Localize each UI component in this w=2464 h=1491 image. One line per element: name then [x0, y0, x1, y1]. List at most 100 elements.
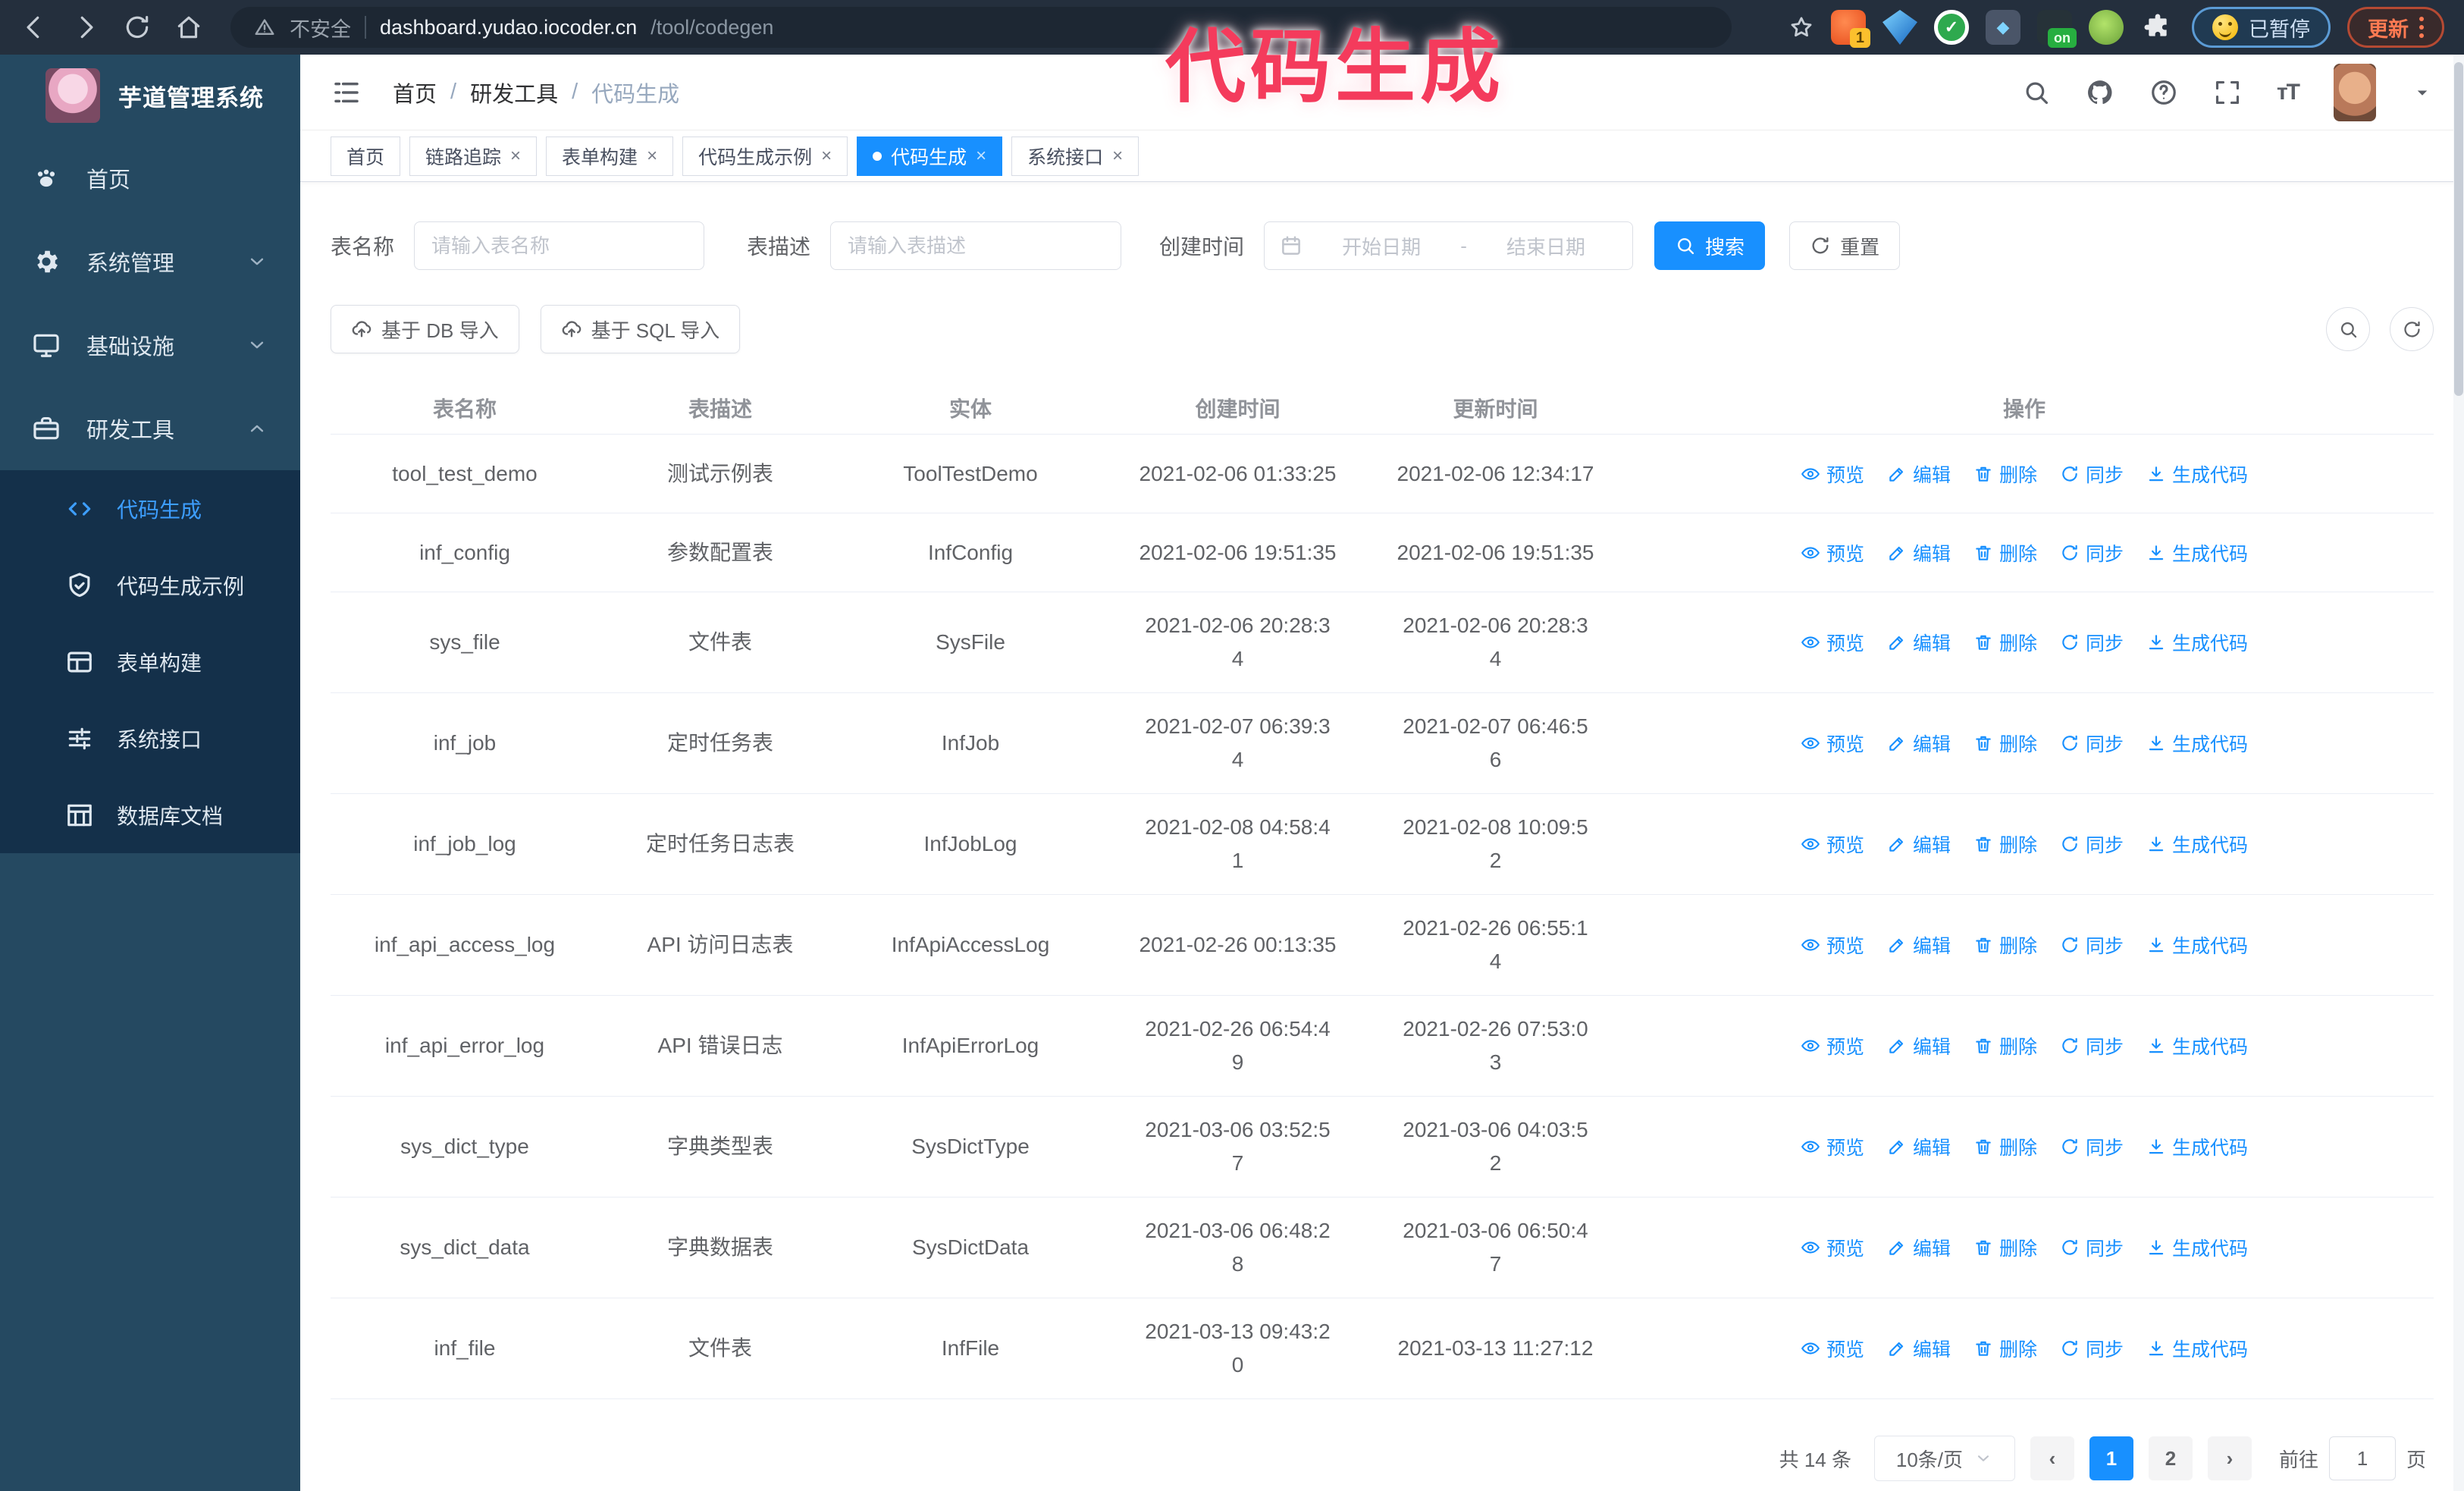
- action-生成代码[interactable]: 生成代码: [2146, 629, 2248, 656]
- action-生成代码[interactable]: 生成代码: [2146, 931, 2248, 959]
- font-size-icon[interactable]: тT: [2277, 80, 2300, 105]
- toggle-search-button[interactable]: [2326, 307, 2370, 351]
- action-删除[interactable]: 删除: [1973, 730, 2037, 757]
- profile-paused-badge[interactable]: 已暂停: [2192, 7, 2331, 48]
- action-删除[interactable]: 删除: [1973, 460, 2037, 488]
- action-编辑[interactable]: 编辑: [1887, 931, 1951, 959]
- submenu-item-代码生成示例[interactable]: 代码生成示例: [0, 547, 300, 623]
- action-生成代码[interactable]: 生成代码: [2146, 1133, 2248, 1160]
- table-name-input[interactable]: [414, 221, 705, 270]
- user-avatar[interactable]: [2334, 63, 2376, 121]
- action-编辑[interactable]: 编辑: [1887, 629, 1951, 656]
- action-同步[interactable]: 同步: [2060, 1133, 2124, 1160]
- table-desc-input[interactable]: [830, 221, 1122, 270]
- action-编辑[interactable]: 编辑: [1887, 539, 1951, 567]
- import-sql-button[interactable]: 基于 SQL 导入: [540, 305, 741, 353]
- page-button-1[interactable]: 1: [2089, 1436, 2133, 1480]
- action-生成代码[interactable]: 生成代码: [2146, 460, 2248, 488]
- help-icon[interactable]: [2149, 78, 2178, 107]
- action-生成代码[interactable]: 生成代码: [2146, 730, 2248, 757]
- action-编辑[interactable]: 编辑: [1887, 830, 1951, 858]
- action-同步[interactable]: 同步: [2060, 931, 2124, 959]
- extension-dark-icon[interactable]: on: [2037, 10, 2077, 48]
- action-编辑[interactable]: 编辑: [1887, 730, 1951, 757]
- next-page-button[interactable]: ›: [2207, 1436, 2252, 1480]
- action-删除[interactable]: 删除: [1973, 629, 2037, 656]
- browser-menu-dots-icon[interactable]: [2419, 17, 2424, 38]
- action-预览[interactable]: 预览: [1801, 539, 1864, 567]
- breadcrumb-item[interactable]: 研发工具: [470, 77, 558, 108]
- action-删除[interactable]: 删除: [1973, 539, 2037, 567]
- extension-grid-icon[interactable]: ◆: [1986, 10, 2020, 45]
- sidebar-item-首页[interactable]: 首页: [0, 137, 300, 220]
- import-db-button[interactable]: 基于 DB 导入: [331, 305, 519, 353]
- scrollbar-track[interactable]: [2453, 55, 2464, 1491]
- avatar-caret-down-icon[interactable]: [2411, 81, 2434, 104]
- extension-bot-icon[interactable]: [2089, 10, 2124, 45]
- tab-close-icon[interactable]: ×: [510, 146, 521, 165]
- action-预览[interactable]: 预览: [1801, 460, 1864, 488]
- browser-reload-icon[interactable]: [123, 13, 152, 42]
- action-同步[interactable]: 同步: [2060, 629, 2124, 656]
- action-删除[interactable]: 删除: [1973, 830, 2037, 858]
- sidebar-item-基础设施[interactable]: 基础设施: [0, 303, 300, 387]
- tab-链路追踪[interactable]: 链路追踪 ×: [409, 136, 538, 176]
- action-同步[interactable]: 同步: [2060, 730, 2124, 757]
- breadcrumb-item[interactable]: 首页: [393, 77, 437, 108]
- app-logo-row[interactable]: 芋道管理系统: [0, 55, 300, 137]
- action-预览[interactable]: 预览: [1801, 830, 1864, 858]
- action-预览[interactable]: 预览: [1801, 1032, 1864, 1059]
- sidebar-item-研发工具[interactable]: 研发工具: [0, 387, 300, 470]
- extension-orange-icon[interactable]: 1: [1831, 10, 1870, 48]
- page-size-select[interactable]: 10条/页: [1873, 1436, 2015, 1481]
- tab-close-icon[interactable]: ×: [647, 146, 657, 165]
- submenu-item-表单构建[interactable]: 表单构建: [0, 623, 300, 700]
- tab-close-icon[interactable]: ×: [821, 146, 832, 165]
- submenu-item-系统接口[interactable]: 系统接口: [0, 700, 300, 777]
- action-删除[interactable]: 删除: [1973, 1032, 2037, 1059]
- date-range-picker[interactable]: 开始日期 - 结束日期: [1264, 221, 1634, 270]
- action-编辑[interactable]: 编辑: [1887, 1234, 1951, 1261]
- tab-close-icon[interactable]: ×: [976, 146, 986, 165]
- action-预览[interactable]: 预览: [1801, 1133, 1864, 1160]
- header-search-icon[interactable]: [2022, 78, 2051, 107]
- tab-系统接口[interactable]: 系统接口 ×: [1011, 136, 1140, 176]
- tab-表单构建[interactable]: 表单构建 ×: [546, 136, 674, 176]
- browser-back-icon[interactable]: [20, 13, 49, 42]
- action-同步[interactable]: 同步: [2060, 539, 2124, 567]
- fullscreen-icon[interactable]: [2213, 78, 2242, 107]
- action-同步[interactable]: 同步: [2060, 830, 2124, 858]
- action-编辑[interactable]: 编辑: [1887, 1032, 1951, 1059]
- action-编辑[interactable]: 编辑: [1887, 1335, 1951, 1362]
- action-同步[interactable]: 同步: [2060, 1234, 2124, 1261]
- action-生成代码[interactable]: 生成代码: [2146, 830, 2248, 858]
- extension-check-icon[interactable]: ✓: [1934, 10, 1969, 45]
- search-button[interactable]: 搜索: [1654, 221, 1766, 270]
- extensions-puzzle-icon[interactable]: [2140, 10, 2175, 45]
- page-button-2[interactable]: 2: [2148, 1436, 2193, 1480]
- prev-page-button[interactable]: ‹: [2030, 1436, 2074, 1480]
- browser-update-button[interactable]: 更新: [2347, 7, 2444, 48]
- end-date-placeholder[interactable]: 结束日期: [1475, 232, 1617, 260]
- action-生成代码[interactable]: 生成代码: [2146, 1032, 2248, 1059]
- tab-代码生成[interactable]: 代码生成 ×: [857, 136, 1003, 176]
- action-生成代码[interactable]: 生成代码: [2146, 1335, 2248, 1362]
- goto-page-input[interactable]: [2328, 1436, 2396, 1480]
- submenu-item-代码生成[interactable]: 代码生成: [0, 470, 300, 547]
- browser-forward-icon[interactable]: [71, 13, 100, 42]
- action-预览[interactable]: 预览: [1801, 629, 1864, 656]
- bookmark-star-icon[interactable]: [1788, 14, 1814, 40]
- action-同步[interactable]: 同步: [2060, 1335, 2124, 1362]
- action-编辑[interactable]: 编辑: [1887, 460, 1951, 488]
- action-同步[interactable]: 同步: [2060, 1032, 2124, 1059]
- extension-gem-icon[interactable]: [1882, 10, 1917, 45]
- sidebar-item-系统管理[interactable]: 系统管理: [0, 220, 300, 303]
- tab-close-icon[interactable]: ×: [1112, 146, 1123, 165]
- action-同步[interactable]: 同步: [2060, 460, 2124, 488]
- action-生成代码[interactable]: 生成代码: [2146, 539, 2248, 567]
- tab-代码生成示例[interactable]: 代码生成示例 ×: [682, 136, 848, 176]
- action-预览[interactable]: 预览: [1801, 1234, 1864, 1261]
- action-预览[interactable]: 预览: [1801, 931, 1864, 959]
- start-date-placeholder[interactable]: 开始日期: [1310, 232, 1453, 260]
- scrollbar-thumb[interactable]: [2454, 62, 2463, 396]
